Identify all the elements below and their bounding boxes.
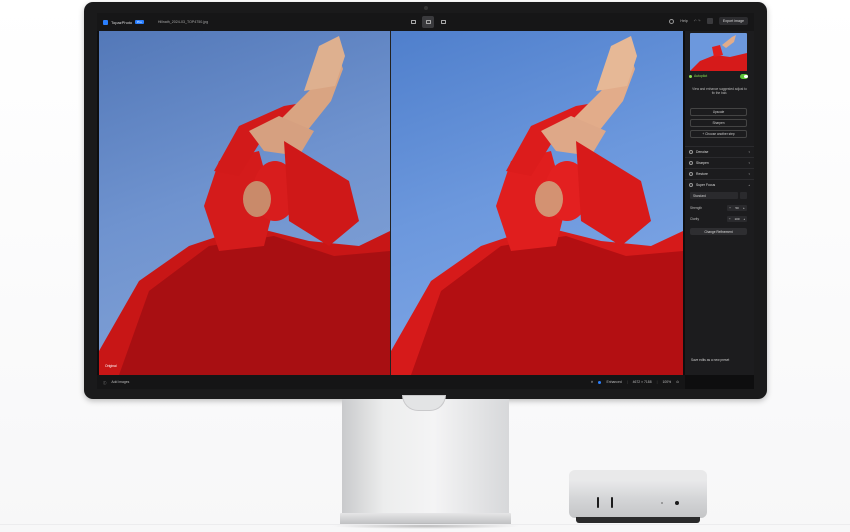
autopilot-label: Autopilot (694, 74, 708, 79)
image-dimensions: 4672 × 7188 (632, 380, 652, 384)
upscale-button[interactable]: Upscale (690, 108, 747, 116)
save-preset-button[interactable]: Save edits as a new preset (691, 358, 729, 362)
chevron-up-icon: ▴ (748, 183, 750, 187)
restore-icon (689, 172, 693, 176)
power-led (661, 502, 663, 504)
display-stand (342, 399, 509, 514)
model-select[interactable]: Standard (690, 192, 738, 199)
sharpen-suggestion-button[interactable]: Sharpen (690, 119, 747, 127)
section-sharpen[interactable]: Sharpen ▾ (685, 157, 754, 168)
adjustments-panel: Autopilot View and enhance suggested adj… (685, 31, 754, 375)
help-icon (669, 18, 675, 24)
chevron-down-icon: ▾ (748, 150, 750, 154)
fit-screen-icon[interactable]: ⊙ (676, 380, 679, 384)
enhanced-indicator-icon (598, 380, 602, 384)
desktop-computer-base (576, 517, 700, 523)
clarity-row: Clarity −100 + (690, 216, 747, 222)
single-view-button[interactable] (407, 16, 419, 28)
headphone-jack (675, 501, 679, 505)
enhanced-label: Enhanced (606, 380, 622, 384)
photo-subject (99, 36, 390, 375)
autopilot-row: Autopilot (689, 74, 748, 79)
export-image-button[interactable]: Export image (718, 17, 748, 25)
change-refinement-button[interactable]: Change Refinement (690, 228, 747, 235)
section-super-focus[interactable]: Super Focus ▴ (685, 179, 754, 190)
bottom-bar-right: ✕ Enhanced | 4672 × 7188 | 100% ⊙ (590, 380, 679, 384)
super-focus-icon (689, 183, 693, 187)
section-restore[interactable]: Restore ▾ (685, 168, 754, 179)
plus-icon[interactable]: + (743, 217, 745, 221)
camera (424, 6, 428, 10)
app-logo-icon (103, 19, 108, 25)
autopilot-toggle[interactable] (740, 74, 748, 79)
product-scene: TopazPhoto Pro Hillnath_2024-03_TOP4750.… (0, 0, 850, 532)
autopilot-description: View and enhance suggested adjust to fix… (692, 87, 747, 95)
strength-value: 50 (735, 206, 739, 210)
clarity-stepper[interactable]: −100 + (727, 216, 747, 222)
clarity-value: 100 (734, 217, 740, 221)
minus-icon[interactable]: − (729, 206, 731, 210)
strength-stepper[interactable]: −50 + (727, 205, 747, 211)
strength-label: Strength (690, 206, 703, 210)
photo-subject-enhanced (391, 36, 683, 375)
section-label: Sharpen (696, 161, 709, 165)
side-by-side-button[interactable] (437, 16, 449, 28)
chevron-down-icon: ▾ (748, 161, 750, 165)
usb-c-port (597, 497, 599, 508)
single-view-icon (410, 20, 416, 24)
pro-badge: Pro (135, 20, 144, 24)
app-window: TopazPhoto Pro Hillnath_2024-03_TOP4750.… (97, 13, 754, 389)
studio-display: TopazPhoto Pro Hillnath_2024-03_TOP4750.… (84, 2, 767, 399)
original-tag: Original (105, 364, 117, 368)
choose-another-step-button[interactable]: + Choose another step (690, 130, 747, 138)
view-toggles (407, 16, 449, 28)
compare-icon[interactable]: ✕ (591, 380, 594, 384)
model-options-icon[interactable] (740, 192, 747, 199)
autopilot-icon (689, 74, 692, 78)
title-bar-actions: Help ↶ ↷ Export image (669, 17, 748, 25)
thumbnail-image (690, 33, 747, 71)
strength-row: Strength −50 + (690, 205, 747, 211)
undo-redo-buttons[interactable]: ↶ ↷ (694, 19, 701, 23)
bottom-bar: ⓘ Add images ✕ Enhanced | 4672 × 7188 | … (97, 375, 685, 389)
original-image[interactable]: Original (99, 31, 390, 375)
minus-icon[interactable]: − (729, 217, 731, 221)
split-view-icon (425, 20, 431, 24)
navigator-thumbnail[interactable] (690, 33, 747, 71)
section-denoise[interactable]: Denoise ▾ (685, 146, 754, 157)
title-bar: TopazPhoto Pro Hillnath_2024-03_TOP4750.… (97, 13, 754, 31)
file-name: Hillnath_2024-03_TOP4750.jpg (157, 20, 209, 24)
plus-icon[interactable]: + (743, 206, 745, 210)
chevron-down-icon: ▾ (748, 172, 750, 176)
section-label: Super Focus (696, 183, 716, 187)
section-label: Restore (696, 172, 708, 176)
sharpen-icon (689, 161, 693, 165)
desktop-computer-top (569, 470, 707, 480)
denoise-icon (689, 150, 693, 154)
add-images-button[interactable]: Add images (111, 380, 129, 384)
section-label: Denoise (696, 150, 709, 154)
enhanced-image[interactable] (391, 31, 683, 375)
split-view-button[interactable] (422, 16, 434, 28)
settings-icon[interactable] (706, 18, 713, 24)
help-button[interactable]: Help (680, 19, 687, 23)
floor-line (0, 524, 850, 525)
side-by-side-icon (440, 20, 446, 24)
info-icon[interactable]: ⓘ (103, 380, 106, 385)
clarity-label: Clarity (690, 217, 700, 221)
bottom-bar-left: ⓘ Add images (103, 380, 129, 385)
usb-c-port (611, 497, 613, 508)
app-name: TopazPhoto (111, 19, 133, 25)
zoom-level[interactable]: 100% (662, 380, 671, 384)
